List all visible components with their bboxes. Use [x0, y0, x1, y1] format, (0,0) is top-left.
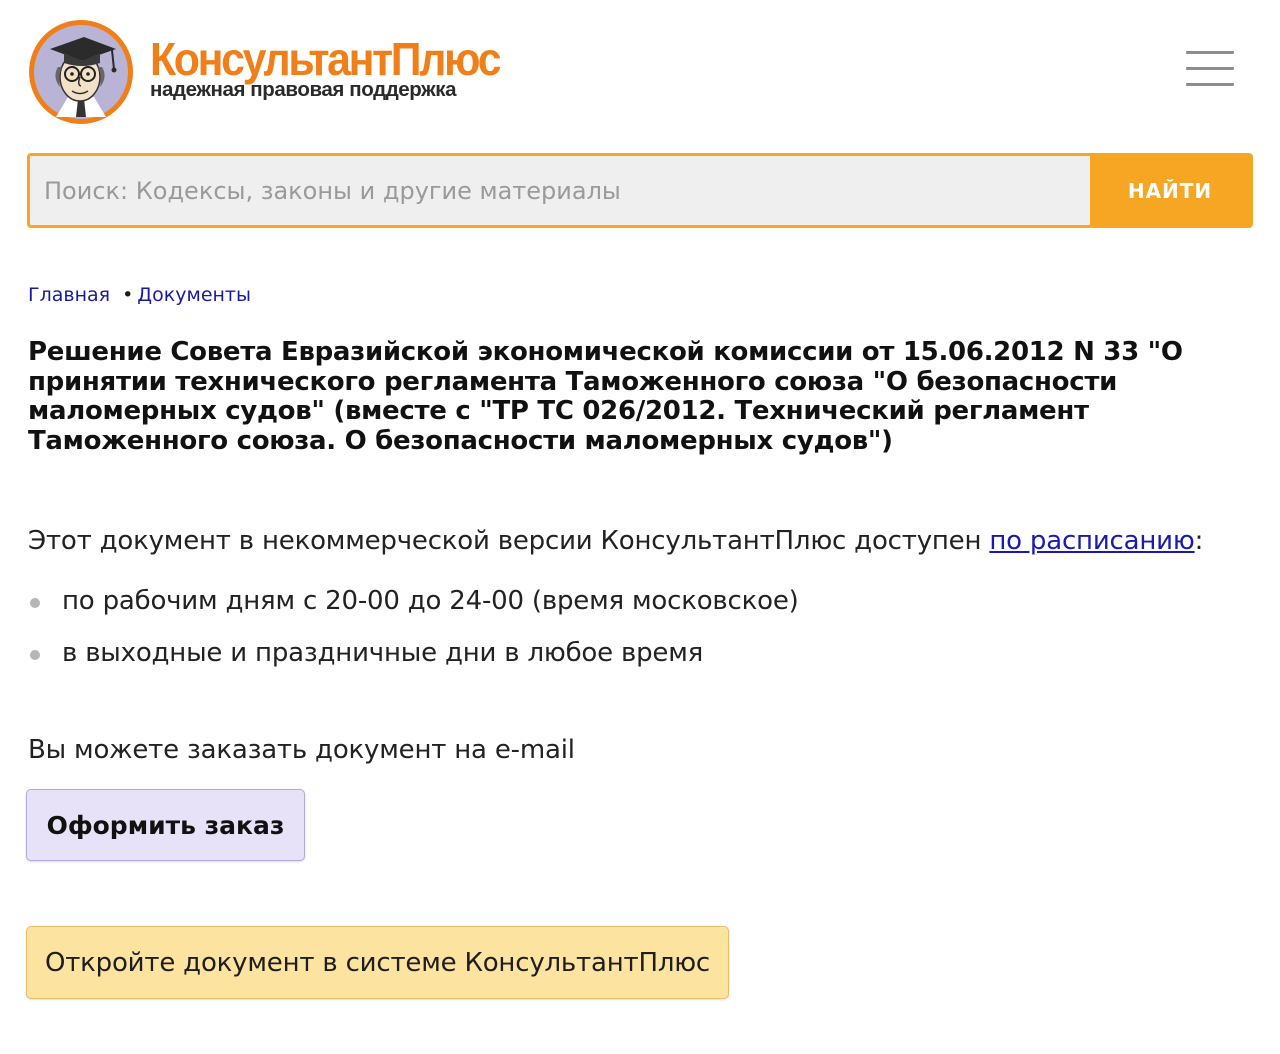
page-header: КонсультантПлюс надежная правовая поддер… — [0, 0, 1280, 140]
availability-label: Этот документ в некоммерческой версии Ко… — [28, 526, 990, 556]
logo-brand: КонсультантПлюс — [150, 33, 501, 85]
menu-line — [1186, 83, 1234, 86]
availability-text: Этот документ в некоммерческой версии Ко… — [28, 526, 1203, 556]
document-title: Решение Совета Евразийской экономической… — [28, 337, 1183, 456]
menu-line — [1186, 67, 1234, 70]
schedule-item-weekends: в выходные и праздничные дни в любое вре… — [62, 638, 704, 668]
list-item: в выходные и праздничные дни в любое вре… — [28, 636, 799, 688]
breadcrumb: Главная • Документы — [28, 284, 251, 306]
search-bar: НАЙТИ — [27, 153, 1253, 228]
schedule-link[interactable]: по расписанию — [989, 526, 1194, 556]
menu-line — [1186, 51, 1234, 54]
breadcrumb-home-link[interactable]: Главная — [28, 284, 110, 306]
bullet-icon — [30, 598, 40, 608]
search-button[interactable]: НАЙТИ — [1090, 156, 1250, 225]
order-by-email-text: Вы можете заказать документ на e-mail — [28, 735, 575, 765]
open-in-consultant-button[interactable]: Откройте документ в системе КонсультантП… — [26, 926, 729, 999]
bullet-icon — [30, 650, 40, 660]
hamburger-menu-icon[interactable] — [1184, 48, 1236, 88]
availability-suffix: : — [1194, 526, 1204, 556]
schedule-item-weekdays: по рабочим дням с 20-00 до 24-00 (время … — [62, 586, 799, 616]
breadcrumb-documents-link[interactable]: Документы — [137, 284, 251, 306]
schedule-list: по рабочим дням с 20-00 до 24-00 (время … — [28, 584, 799, 688]
logo-text[interactable]: КонсультантПлюс надежная правовая поддер… — [150, 36, 525, 100]
logo-mascot-icon[interactable] — [28, 19, 134, 125]
place-order-button[interactable]: Оформить заказ — [26, 789, 305, 861]
breadcrumb-separator: • — [122, 284, 134, 306]
list-item: по рабочим дням с 20-00 до 24-00 (время … — [28, 584, 799, 636]
search-input[interactable] — [30, 156, 1090, 225]
